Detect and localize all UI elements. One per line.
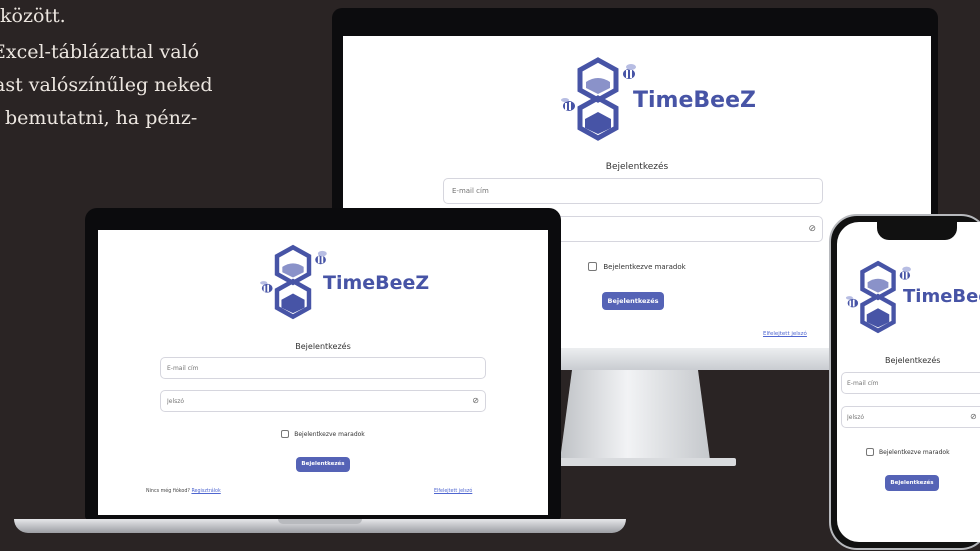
- password-input[interactable]: [842, 407, 980, 427]
- login-button[interactable]: Bejelentkezés: [296, 457, 350, 472]
- app-logo: TimeBeeZ: [253, 242, 429, 322]
- eye-slash-icon[interactable]: ⊘: [808, 224, 816, 234]
- article-line-3: ast valószínűleg neked: [0, 74, 213, 96]
- remember-me[interactable]: Bejelentkezve maradok: [837, 448, 980, 456]
- login-title: Bejelentkezés: [605, 162, 669, 172]
- no-account-label: Nincs még fiókod?: [146, 489, 190, 494]
- phone-notch: [877, 218, 957, 240]
- hourglass-bee-icon: [260, 244, 327, 320]
- article-line-4: bemutatni, ha pénz-: [5, 107, 198, 129]
- login-title: Bejelentkezés: [295, 342, 351, 351]
- register-link[interactable]: Regisztrálok: [191, 489, 220, 494]
- login-button[interactable]: Bejelentkezés: [885, 475, 939, 491]
- login-title: Bejelentkezés: [885, 356, 941, 365]
- monitor-stand: [560, 370, 710, 460]
- password-input[interactable]: [161, 391, 485, 411]
- register-prompt: Nincs még fiókod? Regisztrálok: [146, 489, 221, 494]
- app-logo: TimeBeeZ: [839, 258, 980, 338]
- eye-slash-icon[interactable]: ⊘: [472, 396, 479, 405]
- remember-label: Bejelentkezve maradok: [294, 430, 365, 438]
- brand-name: TimeBeeZ: [903, 286, 980, 307]
- monitor-foot: [540, 458, 736, 466]
- brand-name: TimeBeeZ: [323, 272, 430, 294]
- eye-slash-icon[interactable]: ⊘: [970, 412, 977, 421]
- password-field[interactable]: ⊘: [160, 390, 486, 412]
- email-input[interactable]: [842, 373, 980, 393]
- email-input[interactable]: [161, 358, 485, 378]
- remember-label: Bejelentkezve maradok: [603, 262, 686, 271]
- article-line-1: között.: [0, 5, 66, 27]
- password-field[interactable]: ⊘: [841, 406, 980, 428]
- email-field[interactable]: [841, 372, 980, 394]
- laptop-notch: [278, 519, 362, 524]
- remember-label: Bejelentkezve maradok: [879, 448, 950, 456]
- phone-screen: TimeBeeZ Bejelentkezés ⊘ Bejelentkezve m…: [837, 222, 980, 542]
- forgot-password-link[interactable]: Elfelejtett jelszó: [434, 489, 472, 494]
- forgot-password-link[interactable]: Elfelejtett jelszó: [763, 331, 807, 337]
- email-field[interactable]: [443, 178, 823, 204]
- email-field[interactable]: [160, 357, 486, 379]
- remember-checkbox[interactable]: [866, 448, 874, 456]
- hourglass-bee-icon: [561, 57, 636, 141]
- remember-checkbox[interactable]: [588, 262, 598, 271]
- app-logo: TimeBeeZ: [553, 54, 756, 144]
- article-text: között. Excel-táblázattal való ast valós…: [0, 0, 330, 150]
- email-input[interactable]: [444, 179, 822, 203]
- login-button[interactable]: Bejelentkezés: [602, 292, 664, 310]
- remember-me[interactable]: Bejelentkezve maradok: [98, 430, 548, 438]
- remember-checkbox[interactable]: [281, 430, 290, 438]
- laptop-screen: TimeBeeZ Bejelentkezés ⊘ Bejelentkezve m…: [98, 230, 548, 515]
- brand-name: TimeBeeZ: [633, 88, 756, 113]
- article-line-2: Excel-táblázattal való: [0, 41, 200, 63]
